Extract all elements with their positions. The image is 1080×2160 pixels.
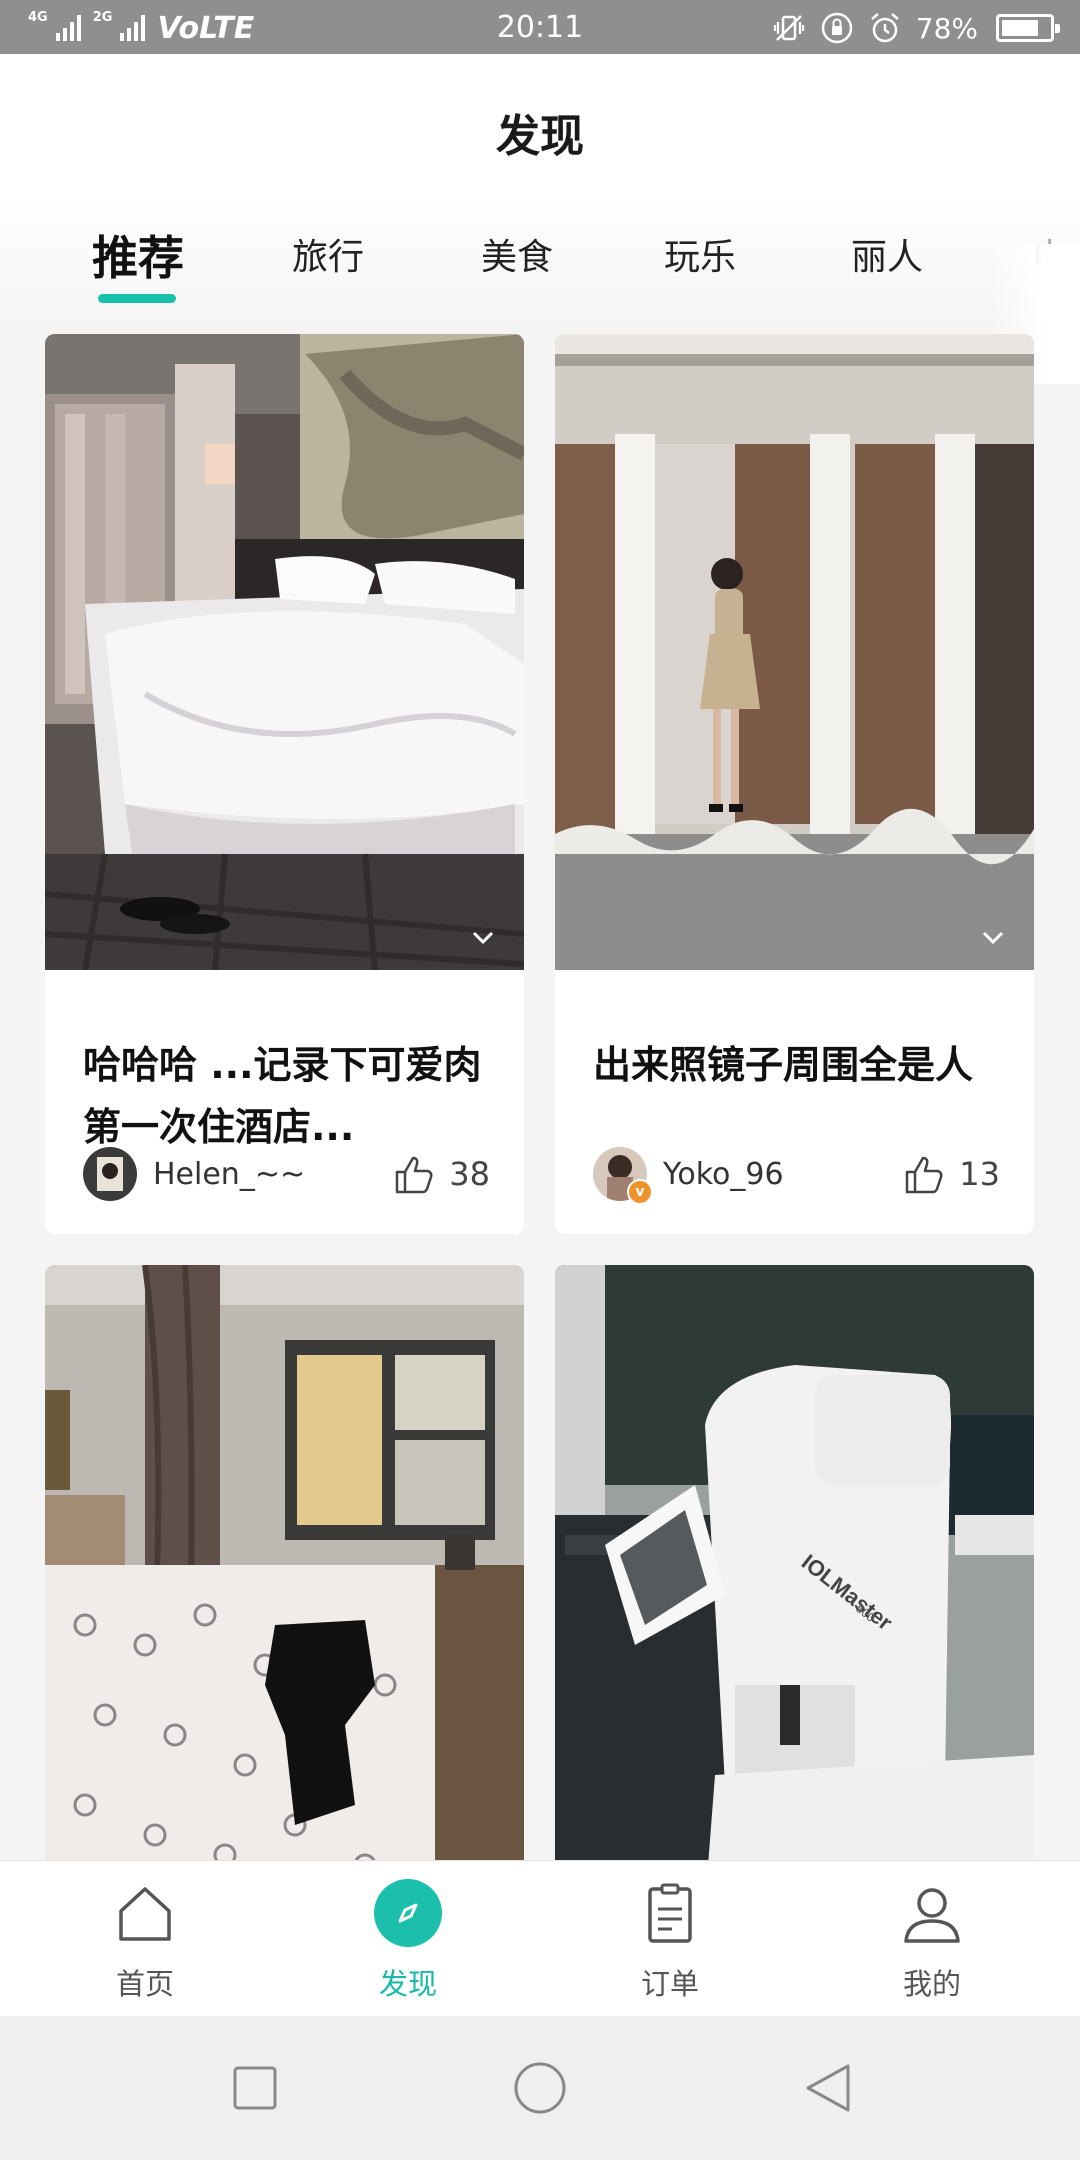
card-title[interactable]: 出来照镜子周围全是人: [593, 1034, 998, 1096]
nav-discover-label: 发现: [378, 1967, 437, 2001]
tab-fun[interactable]: 玩乐: [620, 228, 780, 288]
vibrate-icon: [773, 15, 804, 41]
fitting-room-mirror-selfie-photo[interactable]: [555, 334, 1034, 970]
category-tabs: 推荐 旅行 美食 玩乐 丽人 电: [0, 228, 1080, 318]
rotation-lock-icon: [821, 12, 853, 44]
nav-orders[interactable]: 订单: [570, 1861, 770, 2017]
home-circle-icon[interactable]: [512, 2060, 568, 2116]
status-icons: 78%: [772, 8, 1060, 48]
card-author[interactable]: v Yoko_96: [593, 1146, 784, 1205]
recent-apps-icon[interactable]: [227, 2060, 283, 2116]
like-count[interactable]: 38: [393, 1146, 490, 1202]
iolmaster-device-photo[interactable]: IOLMaster 500: [555, 1265, 1034, 1860]
order-clipboard-icon: [648, 1883, 692, 1943]
alarm-icon: [870, 13, 899, 43]
verified-badge-icon: v: [627, 1179, 653, 1205]
nav-home-label: 首页: [115, 1967, 174, 2001]
nav-orders-label: 订单: [640, 1967, 699, 2001]
feed-card[interactable]: [45, 1265, 524, 1860]
system-navigation-bar: [0, 2016, 1080, 2160]
thumbs-up-icon[interactable]: [393, 1152, 437, 1196]
bedroom-with-window-photo[interactable]: [45, 1265, 524, 1860]
chevron-down-icon[interactable]: [470, 924, 496, 950]
nav-profile[interactable]: 我的: [832, 1861, 1032, 2017]
discover-header: 发现 推荐 旅行 美食 玩乐 丽人 电: [0, 54, 1080, 384]
battery-icon: [996, 14, 1060, 42]
discover-feed[interactable]: 哈哈哈 ...记录下可爱肉第一次住酒店... Helen_~~ 38 出来照镜子…: [0, 334, 1080, 1860]
active-tab-indicator: [98, 294, 176, 303]
feed-card[interactable]: 哈哈哈 ...记录下可爱肉第一次住酒店... Helen_~~ 38: [45, 334, 524, 1234]
profile-icon: [904, 1888, 960, 1943]
author-name[interactable]: Yoko_96: [663, 1157, 784, 1192]
nav-discover[interactable]: 发现: [308, 1861, 508, 2017]
nav-profile-label: 我的: [902, 1967, 961, 2001]
card-author[interactable]: Helen_~~: [83, 1146, 305, 1202]
author-name[interactable]: Helen_~~: [153, 1157, 305, 1192]
hotel-room-bed-photo[interactable]: [45, 334, 524, 970]
tab-recommended[interactable]: 推荐: [58, 228, 218, 288]
battery-fill: [1002, 20, 1038, 36]
home-icon: [119, 1887, 171, 1941]
bottom-navigation: 首页 发现 订单 我的: [0, 1860, 1080, 2016]
battery-percent: 78%: [915, 11, 978, 45]
tab-food[interactable]: 美食: [437, 228, 597, 288]
tab-travel[interactable]: 旅行: [248, 228, 408, 288]
avatar[interactable]: v: [593, 1147, 653, 1205]
like-number: 38: [449, 1155, 490, 1193]
thumbs-up-icon[interactable]: [903, 1152, 947, 1196]
compass-icon: [374, 1879, 442, 1947]
feed-card[interactable]: IOLMaster 500: [555, 1265, 1034, 1860]
like-number: 13: [959, 1155, 1000, 1193]
page-title: 发现: [496, 111, 584, 162]
tab-beauty[interactable]: 丽人: [807, 228, 967, 288]
back-triangle-icon[interactable]: [800, 2060, 856, 2116]
feed-card[interactable]: 出来照镜子周围全是人 v Yoko_96 13: [555, 334, 1034, 1234]
like-count[interactable]: 13: [903, 1146, 1000, 1202]
status-bar: 4G 2G VoLTE 20:11 78%: [0, 0, 1080, 54]
nav-home[interactable]: 首页: [45, 1861, 245, 2017]
card-title[interactable]: 哈哈哈 ...记录下可爱肉第一次住酒店...: [83, 1034, 488, 1158]
avatar[interactable]: [83, 1147, 137, 1201]
chevron-down-icon[interactable]: [980, 924, 1006, 950]
